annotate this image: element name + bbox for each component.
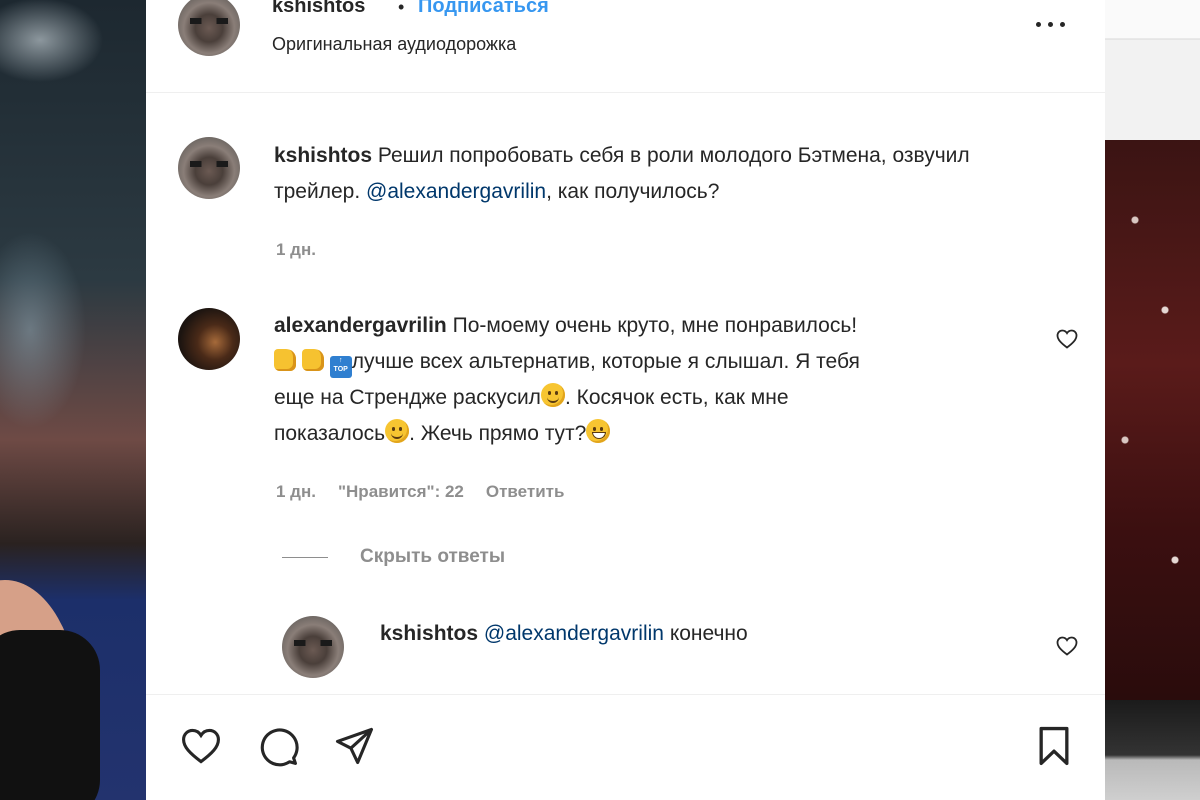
top-emoji: ↑ TOP — [329, 356, 352, 378]
right-top-strip — [1105, 0, 1200, 140]
commenter-avatar[interactable] — [178, 308, 240, 370]
post-panel: kshishtos • Подписаться Оригинальная ауд… — [146, 0, 1105, 800]
comment-icon[interactable] — [256, 724, 300, 768]
header-separator: • — [398, 0, 405, 17]
comment-line-2: лучше всех альтернатив, которые я слышал… — [351, 350, 860, 373]
follow-button[interactable]: Подписаться — [418, 0, 549, 18]
reply-avatar[interactable] — [282, 616, 344, 678]
comment-timestamp[interactable]: 1 дн. — [276, 482, 316, 501]
comment-meta: 1 дн. "Нравится": 22 Ответить — [276, 482, 564, 502]
thumbs-up-emoji — [274, 349, 296, 371]
right-bottom — [1105, 700, 1200, 800]
comment-like-heart-icon[interactable] — [1055, 327, 1079, 351]
thumbs-up-emoji — [301, 349, 324, 371]
caption-timestamp[interactable]: 1 дн. — [276, 240, 316, 260]
reply-body: конечно — [669, 622, 748, 645]
background-media-right — [1105, 0, 1200, 800]
wink-emoji — [540, 383, 565, 407]
author-avatar[interactable] — [178, 0, 240, 56]
comment-username[interactable]: alexandergavrilin — [274, 314, 447, 337]
comment-line-3: еще на Стрендже раскусил — [274, 386, 541, 409]
reply-username[interactable]: kshishtos — [380, 622, 478, 645]
reply-like-heart-icon[interactable] — [1055, 634, 1079, 658]
grin-emoji — [586, 419, 611, 443]
hide-replies-button[interactable]: Скрыть ответы — [360, 546, 505, 568]
comment-likes-count[interactable]: "Нравится": 22 — [338, 482, 464, 501]
background-media-left — [0, 0, 146, 800]
right-rug — [1105, 140, 1200, 700]
comment-line-4: показалось — [274, 422, 386, 445]
heart-icon[interactable] — [178, 724, 224, 768]
header-divider — [146, 92, 1105, 93]
smile-emoji — [385, 419, 410, 443]
caption-mention[interactable]: @alexandergavrilin — [366, 180, 546, 203]
caption-text: kshishtos Решил попробовать себя в роли … — [274, 138, 1034, 210]
share-icon[interactable] — [332, 724, 376, 768]
actions-divider — [146, 694, 1105, 695]
comment-line-3b: . Косячок есть, как мне — [564, 386, 789, 409]
headphones — [0, 630, 100, 800]
reply-button[interactable]: Ответить — [486, 482, 565, 501]
hide-replies-line — [282, 557, 328, 558]
reply-mention[interactable]: @alexandergavrilin — [484, 622, 664, 645]
author-username[interactable]: kshishtos — [272, 0, 365, 18]
audio-track-link[interactable]: Оригинальная аудиодорожка — [272, 34, 516, 55]
reply-text: kshishtos @alexandergavrilin конечно — [380, 616, 1020, 652]
comment-line-4b: . Жечь прямо тут? — [409, 422, 587, 445]
caption-avatar[interactable] — [178, 137, 240, 199]
top-emoji-label: TOP — [333, 366, 348, 373]
caption-body-end: , как получилось? — [546, 180, 720, 203]
more-options-icon[interactable] — [1034, 14, 1068, 34]
comment-text: alexandergavrilin По-моему очень круто, … — [274, 308, 1034, 452]
bookmark-icon[interactable] — [1032, 724, 1076, 768]
comment-line-1: По-моему очень круто, мне понравилось! — [452, 314, 858, 337]
caption-username[interactable]: kshishtos — [274, 144, 372, 167]
